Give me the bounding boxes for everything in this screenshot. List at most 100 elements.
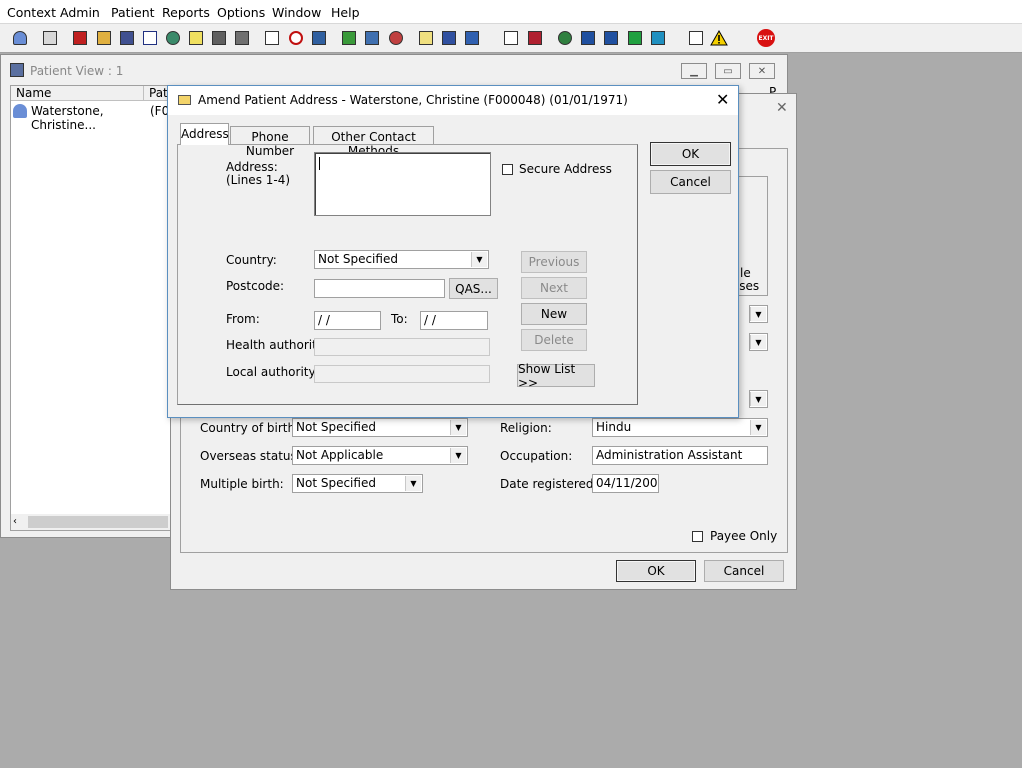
clock-icon[interactable] <box>286 28 306 48</box>
payee-only-label: Payee Only <box>710 529 778 543</box>
scrollbar-thumb[interactable] <box>28 516 168 528</box>
previous-button[interactable]: Previous <box>521 251 587 273</box>
horizontal-scrollbar[interactable]: ‹ <box>11 514 172 530</box>
postcode-input[interactable] <box>314 279 445 298</box>
exit-label: EXIT <box>757 29 775 47</box>
notes-icon[interactable] <box>94 28 114 48</box>
upload-icon[interactable] <box>648 28 668 48</box>
postcode-label: Postcode: <box>226 279 285 293</box>
health-authority-label: Health authority: <box>226 338 328 352</box>
from-label: From: <box>226 312 260 326</box>
to-date-input[interactable]: / / <box>420 311 488 330</box>
payee-only-checkbox[interactable] <box>692 531 703 542</box>
maximize-button[interactable]: ▭ <box>715 63 741 79</box>
date-registered-label: Date registered: <box>500 477 598 491</box>
form-icon[interactable] <box>362 28 382 48</box>
toolbar: EXIT <box>0 23 1022 53</box>
close-icon[interactable]: ✕ <box>776 100 788 116</box>
menu-bar: Context Admin Patient Reports Options Wi… <box>0 0 1022 23</box>
tab-phone-number[interactable]: Phone Number <box>230 126 310 158</box>
tab-address[interactable]: Address <box>180 123 229 145</box>
swap-icon[interactable] <box>686 28 706 48</box>
document-icon[interactable] <box>501 28 521 48</box>
close-icon[interactable]: ✕ <box>716 90 729 109</box>
multiple-birth-select[interactable]: Not Specified ▼ <box>292 474 423 493</box>
screen-icon[interactable] <box>309 28 329 48</box>
country-of-birth-select[interactable]: Not Specified ▼ <box>292 418 468 437</box>
cancel-button[interactable]: Cancel <box>650 170 731 194</box>
search-doc-icon[interactable] <box>262 28 282 48</box>
country-select[interactable]: Not Specified ▼ <box>314 250 489 269</box>
chevron-down-icon: ▼ <box>471 252 487 267</box>
settings-icon[interactable] <box>555 28 575 48</box>
ok-button[interactable]: OK <box>616 560 696 582</box>
secure-address-checkbox[interactable] <box>502 164 513 175</box>
book-icon[interactable] <box>70 28 90 48</box>
country-of-birth-label: Country of birth: <box>200 421 300 435</box>
occupation-field[interactable]: Administration Assistant <box>592 446 768 465</box>
qas-button[interactable]: QAS... <box>449 278 498 299</box>
notebook-icon[interactable] <box>186 28 206 48</box>
partial-dropdown-1[interactable]: ▼ <box>749 305 768 323</box>
menu-window[interactable]: Window <box>272 5 321 20</box>
next-button[interactable]: Next <box>521 277 587 299</box>
local-authority-label: Local authority: <box>226 365 319 379</box>
menu-help[interactable]: Help <box>331 5 360 20</box>
doctor-icon[interactable] <box>163 28 183 48</box>
table-row[interactable]: Waterstone, Christine... (F00 <box>12 103 177 132</box>
partial-label-1: le <box>740 266 751 280</box>
date-registered-field[interactable]: 04/11/2008 <box>592 474 659 493</box>
scroll-left-icon[interactable]: ‹ <box>13 516 17 527</box>
bar-chart-icon[interactable] <box>525 28 545 48</box>
from-date-input[interactable]: / / <box>314 311 381 330</box>
ok-button[interactable]: OK <box>650 142 731 166</box>
religion-label: Religion: <box>500 421 552 435</box>
show-list-button[interactable]: Show List >> <box>517 362 595 390</box>
exit-icon[interactable]: EXIT <box>756 28 776 48</box>
globe-icon[interactable] <box>386 28 406 48</box>
fax-icon[interactable] <box>209 28 229 48</box>
patient-icon <box>13 104 27 118</box>
checklist-icon[interactable] <box>578 28 598 48</box>
address-textarea[interactable] <box>314 152 491 216</box>
delete-button[interactable]: Delete <box>521 329 587 351</box>
menu-patient[interactable]: Patient <box>111 5 155 20</box>
monitor-icon[interactable] <box>117 28 137 48</box>
cancel-button[interactable]: Cancel <box>704 560 784 582</box>
secure-address-label: Secure Address <box>519 162 612 176</box>
car-icon[interactable] <box>439 28 459 48</box>
patient-icon[interactable] <box>10 28 30 48</box>
patient-view-title: Patient View : 1 <box>30 64 124 78</box>
ship-icon[interactable] <box>462 28 482 48</box>
download-icon[interactable] <box>625 28 645 48</box>
partial-dropdown-3[interactable]: ▼ <box>749 390 768 408</box>
local-authority-field <box>314 365 490 383</box>
tab-other-contact-methods[interactable]: Other Contact Methods <box>313 126 434 158</box>
dialog-titlebar: Amend Patient Address - Waterstone, Chri… <box>168 86 738 115</box>
m-icon[interactable] <box>140 28 160 48</box>
minimize-button[interactable]: ▁ <box>681 63 707 79</box>
dialog-title-icon <box>178 95 191 105</box>
overseas-status-select[interactable]: Not Applicable ▼ <box>292 446 468 465</box>
list-icon[interactable] <box>416 28 436 48</box>
to-label: To: <box>391 312 408 326</box>
printer-icon[interactable] <box>40 28 60 48</box>
checklist2-icon[interactable] <box>601 28 621 48</box>
chart-icon[interactable] <box>339 28 359 48</box>
overseas-status-label: Overseas status: <box>200 449 301 463</box>
patient-list: Name Pati Waterstone, Christine... (F00 … <box>10 85 177 531</box>
column-header-name[interactable]: Name <box>11 86 144 101</box>
new-button[interactable]: New <box>521 303 587 325</box>
religion-select[interactable]: Hindu ▼ <box>592 418 768 437</box>
partial-dropdown-2[interactable]: ▼ <box>749 333 768 351</box>
menu-reports[interactable]: Reports <box>162 5 210 20</box>
close-button[interactable]: ✕ <box>749 63 775 79</box>
fax2-icon[interactable] <box>232 28 252 48</box>
menu-admin[interactable]: Admin <box>60 5 100 20</box>
amend-address-dialog: Amend Patient Address - Waterstone, Chri… <box>167 85 739 418</box>
address-lines-label: (Lines 1-4) <box>226 173 291 187</box>
warning-icon[interactable] <box>709 28 729 48</box>
menu-options[interactable]: Options <box>217 5 265 20</box>
menu-context[interactable]: Context <box>7 5 56 20</box>
text-cursor <box>319 157 320 170</box>
